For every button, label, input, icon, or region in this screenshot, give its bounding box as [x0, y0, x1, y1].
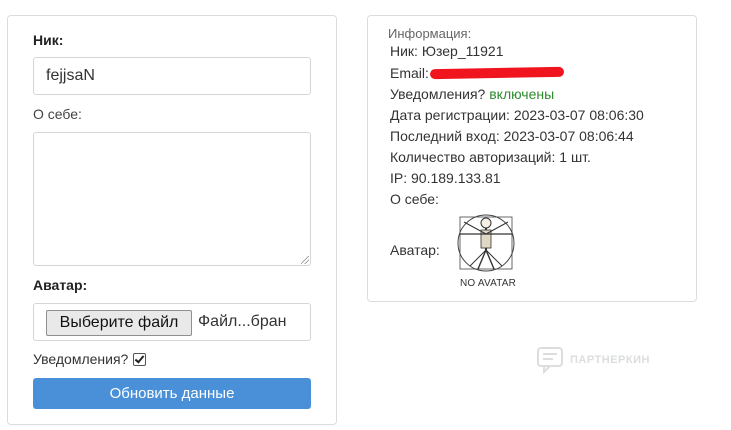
email-redaction-mark — [429, 66, 565, 80]
notifications-label: Уведомления? — [33, 351, 129, 367]
info-title: Информация: — [388, 26, 472, 41]
email-label: Email: — [390, 65, 429, 81]
info-email: Email: — [390, 65, 429, 81]
profile-edit-panel: Ник: О себе: Аватар: Выберите файл Файл.… — [7, 15, 337, 425]
file-status-text: Файл...бран — [198, 313, 287, 330]
info-notifications-value: включены — [489, 86, 555, 102]
no-avatar-image — [457, 214, 515, 272]
info-notifications: Уведомления? включены — [390, 86, 554, 102]
no-avatar-caption: NO AVATAR — [460, 278, 517, 289]
watermark-text: ПАРТНЕРКИН — [570, 354, 650, 366]
info-last-login: Последний вход: 2023-03-07 08:06:44 — [390, 128, 634, 144]
watermark-logo-icon — [537, 347, 563, 374]
info-avatar-label: Аватар: — [390, 242, 440, 258]
avatar-file-input[interactable]: Выберите файл Файл...бран — [33, 303, 311, 341]
about-field-wrap — [33, 132, 311, 266]
nick-input[interactable] — [33, 57, 311, 95]
info-auth-count: Количество авторизаций: 1 шт. — [390, 149, 591, 165]
resize-grip-icon[interactable] — [301, 256, 309, 264]
info-about: О себе: — [390, 191, 439, 207]
update-data-button[interactable]: Обновить данные — [33, 378, 311, 409]
watermark: ПАРТНЕРКИН — [536, 346, 650, 374]
info-notifications-label: Уведомления? — [390, 86, 486, 102]
about-textarea[interactable] — [33, 132, 311, 266]
nick-label: Ник: — [33, 32, 64, 48]
info-panel: Информация: Ник: Юзер_11921 Email: Уведо… — [367, 15, 697, 302]
notifications-checkbox[interactable] — [133, 352, 147, 366]
choose-file-button[interactable]: Выберите файл — [46, 310, 192, 336]
info-nick: Ник: Юзер_11921 — [390, 43, 504, 59]
avatar-label: Аватар: — [33, 277, 88, 293]
info-registered: Дата регистрации: 2023-03-07 08:06:30 — [390, 107, 644, 123]
notifications-row: Уведомления? — [33, 351, 147, 367]
info-ip: IP: 90.189.133.81 — [390, 170, 501, 186]
about-label: О себе: — [33, 106, 82, 122]
